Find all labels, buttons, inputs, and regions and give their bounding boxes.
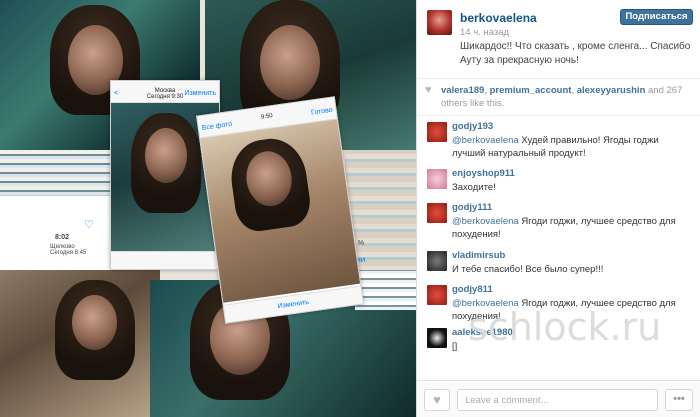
- comment-mention[interactable]: @berkovaelena: [452, 135, 519, 146]
- comment-item: godjy111 @berkovaelena Ягоди годжи, лучш…: [417, 199, 700, 246]
- liker-link[interactable]: valera189: [441, 85, 484, 96]
- author-avatar[interactable]: [427, 10, 452, 35]
- likes-text: valera189, premium_account, alexeyyarush…: [441, 85, 683, 109]
- post-timestamp[interactable]: 14 ч. назад: [460, 27, 509, 38]
- phone-back-icon: <: [114, 90, 119, 97]
- comment-text: @berkovaelena Худей правильно! Ягоды год…: [452, 134, 692, 160]
- comment-input[interactable]: [457, 389, 658, 411]
- heart-icon: ♥: [425, 84, 432, 96]
- commenter-username[interactable]: godjy193: [452, 121, 493, 132]
- commenter-avatar[interactable]: [427, 328, 447, 348]
- collage-face: [260, 25, 320, 100]
- phone-title: Москва Сегодня 9:30: [146, 88, 184, 100]
- watermark: schlock.ru: [468, 305, 662, 349]
- heart-icon: ♥: [433, 392, 441, 407]
- phone-action: Готово: [310, 106, 334, 117]
- likes-suffix: others like this.: [441, 98, 505, 109]
- collage-tile-left-phone: 8:02 Щелково Сегодня 8:45 ♡: [0, 195, 110, 270]
- phone-photo: [200, 119, 361, 303]
- phone-toolbar: [111, 251, 219, 269]
- collage-face: [72, 295, 117, 350]
- comment-body: И тебе спасибо! Все было супер!!!: [452, 264, 604, 275]
- liker-link[interactable]: premium_account: [490, 85, 572, 96]
- comment-body: Заходите!: [452, 182, 496, 193]
- comment-footer: ♥ •••: [417, 380, 700, 417]
- comment-text: @berkovaelena Ягоди годжи, лучшее средст…: [452, 215, 692, 241]
- phone-footer-action: Изменить: [277, 298, 310, 311]
- phone-back-label: Все фото: [201, 120, 233, 133]
- comment-item: enjoyshop911 Заходите!: [417, 165, 700, 199]
- commenter-avatar[interactable]: [427, 203, 447, 223]
- collage-tile-bottom-left: [0, 270, 160, 417]
- left-tile-time: 8:02: [55, 234, 70, 241]
- collage-glitch-stripe: [355, 270, 416, 310]
- author-username[interactable]: berkovaelena: [460, 11, 537, 25]
- ellipsis-icon: •••: [673, 393, 685, 405]
- phone-action: Изменить: [184, 90, 216, 97]
- commenter-avatar[interactable]: [427, 169, 447, 189]
- commenter-avatar[interactable]: [427, 285, 447, 305]
- comment-item: vladimirsub И тебе спасибо! Все было суп…: [417, 247, 700, 281]
- likes-summary: ♥ valera189, premium_account, alexeyyaru…: [417, 79, 700, 116]
- commenter-username[interactable]: godjy811: [452, 284, 493, 295]
- commenter-username[interactable]: godjy111: [452, 202, 492, 213]
- comment-body: []: [452, 341, 458, 352]
- like-button[interactable]: ♥: [424, 389, 450, 411]
- commenter-avatar[interactable]: [427, 122, 447, 142]
- liker-link[interactable]: alexeyyarushin: [577, 85, 646, 96]
- likes-and: and: [648, 85, 664, 96]
- collage-face: [145, 128, 187, 183]
- commenter-username[interactable]: vladimirsub: [452, 250, 505, 261]
- left-tile-day: Щелково Сегодня 8:45: [50, 244, 87, 256]
- post-sidebar: berkovaelena 14 ч. назад Подписаться Шик…: [416, 0, 700, 417]
- comment-text: Заходите!: [452, 181, 692, 194]
- phone-nav-bar: < Москва Сегодня 9:30 Изменить: [111, 81, 219, 103]
- post-photo[interactable]: 8:02 Щелково Сегодня 8:45 ♡ 65 % Измени …: [0, 0, 416, 417]
- collage-glitch-stripe: [0, 150, 112, 195]
- follow-button[interactable]: Подписаться: [620, 9, 693, 25]
- comment-item: godjy193 @berkovaelena Худей правильно! …: [417, 118, 700, 164]
- post-header: berkovaelena 14 ч. назад Подписаться Шик…: [417, 0, 700, 79]
- heart-outline-icon: ♡: [84, 219, 94, 231]
- phone-time: 9:50: [260, 113, 274, 121]
- comment-mention[interactable]: @berkovaelena: [452, 216, 519, 227]
- post-caption: Шикардос!! Что сказать , кроме сленга...…: [460, 41, 691, 66]
- commenter-username[interactable]: enjoyshop911: [452, 168, 515, 179]
- likes-count[interactable]: 267: [667, 85, 683, 96]
- commenter-avatar[interactable]: [427, 251, 447, 271]
- collage-phone-screenshot-2: Все фото 9:50 Готово Изменить: [196, 96, 364, 324]
- comment-text: И тебе спасибо! Все было супер!!!: [452, 263, 692, 276]
- more-options-button[interactable]: •••: [665, 389, 693, 411]
